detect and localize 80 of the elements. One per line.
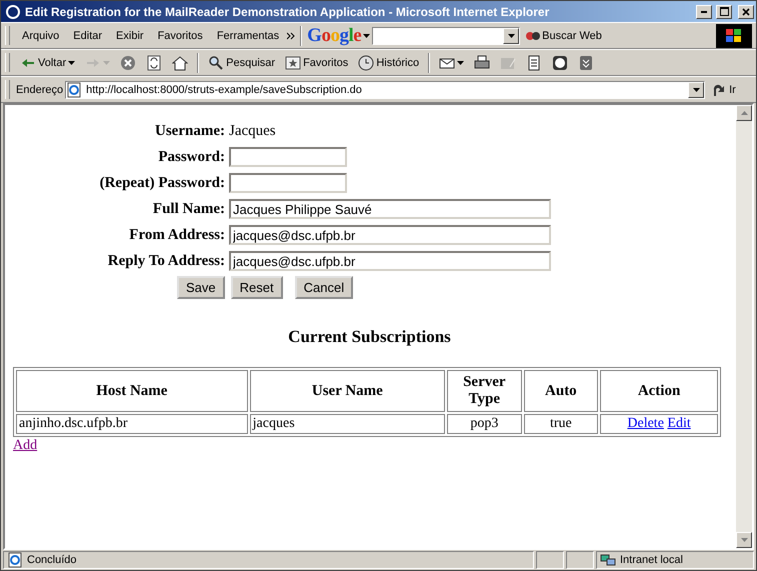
- clock-icon: [358, 54, 374, 70]
- minimize-button[interactable]: [696, 4, 712, 18]
- go-button[interactable]: Ir: [707, 80, 740, 100]
- browser-icon: [5, 4, 21, 20]
- favorites-button[interactable]: Favoritos: [281, 52, 352, 72]
- address-field[interactable]: http://localhost:8000/struts-example/saveSubscription.do: [65, 80, 706, 98]
- form-button[interactable]: Reset: [230, 276, 283, 299]
- stop-icon: [120, 54, 136, 70]
- column-header: Auto: [524, 370, 598, 412]
- column-header: User Name: [250, 370, 446, 412]
- dropdown-button[interactable]: [503, 28, 520, 44]
- maximize-icon: [720, 7, 728, 16]
- page-icon: [66, 82, 82, 98]
- caret-icon: [103, 60, 110, 64]
- password-field[interactable]: [229, 173, 347, 193]
- table-cell: anjinho.dsc.ufpb.br: [16, 414, 248, 434]
- dropdown-button[interactable]: [688, 82, 704, 98]
- table-cell: jacques: [250, 414, 446, 434]
- close-button[interactable]: [738, 4, 754, 18]
- scroll-up-button[interactable]: [736, 105, 752, 121]
- scrollbar[interactable]: [736, 105, 752, 548]
- caret-icon: [457, 60, 464, 64]
- table-cell: pop3: [447, 414, 522, 434]
- status-text: Concluído: [27, 554, 77, 566]
- search-button[interactable]: Pesquisar: [204, 52, 280, 72]
- close-icon: [742, 8, 750, 16]
- document-icon: [526, 54, 542, 70]
- field-label: Username:: [154, 122, 225, 141]
- field-label: Full Name:: [152, 200, 225, 219]
- field-label: Password:: [157, 148, 225, 167]
- printer-icon: [474, 54, 490, 70]
- table-cell: true: [524, 414, 598, 434]
- back-button[interactable]: Voltar: [16, 52, 80, 72]
- minimize-icon: [701, 10, 707, 12]
- text-field[interactable]: Jacques Philippe Sauvé: [229, 199, 551, 219]
- caret-icon: [363, 34, 370, 38]
- page-icon: [7, 552, 23, 568]
- zone-text: Intranet local: [620, 554, 683, 566]
- action-link[interactable]: Edit: [667, 416, 691, 431]
- username-value: Jacques: [229, 122, 277, 140]
- network-icon: [600, 552, 616, 568]
- google-logo: Google: [307, 24, 362, 46]
- caret-icon: [692, 88, 700, 92]
- history-button[interactable]: Histórico: [354, 52, 424, 72]
- caret-icon: [68, 60, 76, 64]
- section-heading: Current Subscriptions: [287, 327, 452, 347]
- field-label: (Repeat) Password:: [98, 174, 225, 193]
- menu-item[interactable]: Editar: [67, 28, 108, 44]
- search-web-button[interactable]: Buscar Web: [522, 28, 606, 44]
- scroll-down-button[interactable]: [736, 532, 752, 548]
- up-arrow-icon: [740, 111, 748, 115]
- form-button[interactable]: Cancel: [294, 276, 354, 299]
- flag-icon: [726, 28, 742, 42]
- text-field[interactable]: jacques@dsc.ufpb.br: [229, 225, 551, 245]
- add-link[interactable]: Add: [13, 438, 38, 453]
- field-label: Reply To Address:: [106, 252, 225, 271]
- field-label: From Address:: [128, 226, 225, 245]
- address-label: Endereço: [16, 84, 64, 96]
- caret-icon: [508, 34, 515, 38]
- down-arrow-icon: [740, 538, 748, 542]
- menu-item[interactable]: Arquivo: [16, 28, 66, 44]
- column-header: Action: [600, 370, 718, 412]
- badge-icon: [552, 54, 568, 70]
- column-header: Host Name: [16, 370, 248, 412]
- column-header: Server Type: [447, 370, 522, 412]
- chevron-icon: [287, 32, 296, 40]
- binoculars-icon: [526, 32, 540, 40]
- menu-item[interactable]: Exibir: [110, 28, 150, 44]
- search-field[interactable]: [372, 26, 520, 44]
- password-field[interactable]: [229, 147, 347, 167]
- search-icon: [208, 54, 224, 70]
- action-link[interactable]: Delete: [627, 416, 664, 431]
- text-field[interactable]: jacques@dsc.ufpb.br: [229, 251, 551, 271]
- home-icon: [172, 54, 188, 70]
- window-title: Edit Registration for the MailReader Demonstration Application - Microsoft Internet Explorer: [25, 4, 550, 18]
- menu-item[interactable]: Favoritos: [152, 28, 209, 44]
- maximize-button[interactable]: [716, 4, 732, 18]
- refresh-icon: [146, 54, 162, 70]
- menu-item[interactable]: Ferramentas: [210, 28, 286, 44]
- form-button[interactable]: Save: [177, 276, 225, 299]
